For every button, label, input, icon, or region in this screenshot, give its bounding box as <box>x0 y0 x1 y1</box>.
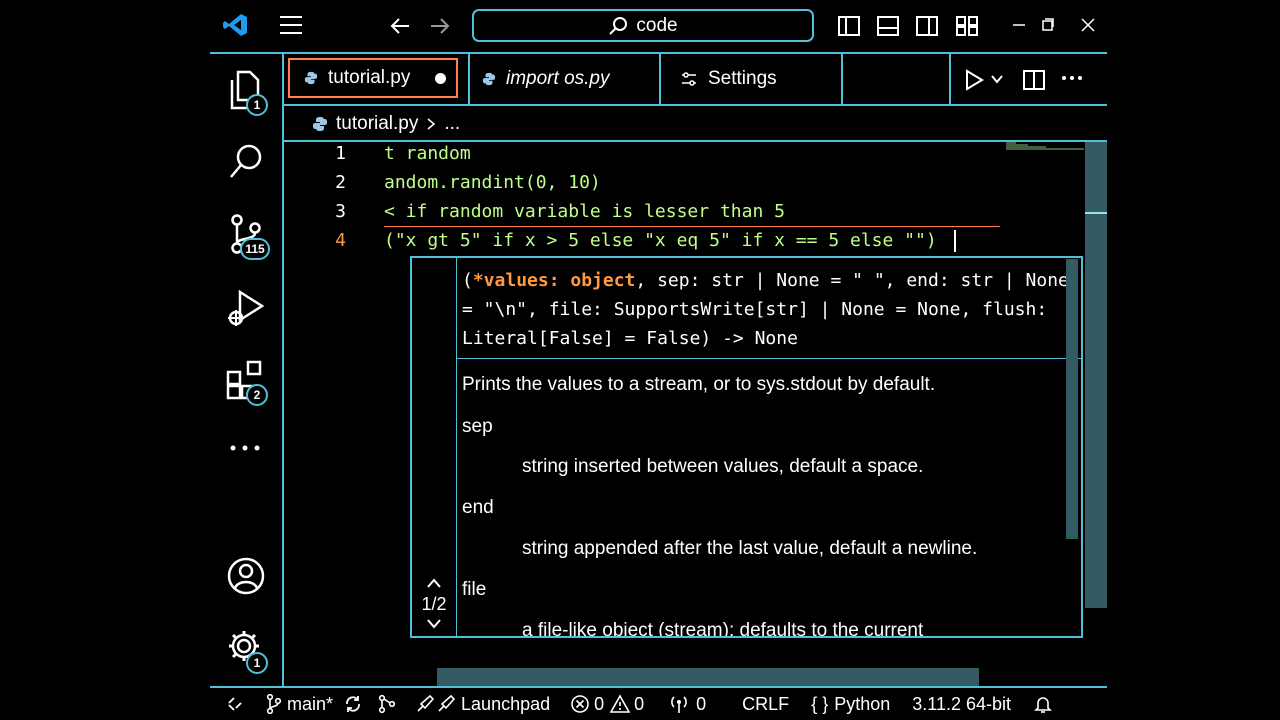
chevron-right-icon <box>426 117 436 131</box>
search-icon[interactable] <box>228 142 264 180</box>
line-number: 3 <box>335 201 346 222</box>
tab-tutorial-py[interactable]: tutorial.py <box>288 58 458 98</box>
scrollbar-cursor-marker <box>1085 212 1107 214</box>
manage-gear-icon[interactable]: 1 <box>226 628 268 674</box>
param-name: sep <box>462 416 493 437</box>
forward-arrow-icon[interactable] <box>428 14 452 38</box>
tab-settings[interactable]: Settings <box>680 54 840 104</box>
launchpad-item[interactable]: Launchpad <box>415 694 550 715</box>
run-file-icon[interactable] <box>962 68 986 92</box>
parameter-hints-widget[interactable]: (*values: object, sep: str | None = " ",… <box>410 256 1083 638</box>
source-control-badge: 115 <box>240 238 270 260</box>
code-line-4[interactable]: ("x gt 5" if x > 5 else "x eq 5" if x ==… <box>384 230 937 251</box>
code-line-1[interactable]: t random <box>384 143 471 164</box>
text-cursor <box>954 230 956 252</box>
editor-tabs: tutorial.py import os.py Settings <box>282 54 1107 106</box>
run-debug-icon[interactable] <box>226 288 266 328</box>
error-icon <box>570 694 590 714</box>
chevron-up-icon[interactable] <box>416 576 452 592</box>
remote-icon[interactable] <box>226 695 244 713</box>
explorer-badge: 1 <box>246 94 268 116</box>
menu-icon[interactable] <box>278 14 304 36</box>
doc-description: Prints the values to a stream, or to sys… <box>462 374 936 395</box>
python-file-icon <box>312 116 328 132</box>
param-name: file <box>462 579 487 600</box>
split-editor-icon[interactable] <box>1022 68 1046 92</box>
explorer-icon[interactable]: 1 <box>228 70 268 116</box>
language-label: Python <box>834 693 891 714</box>
function-signature: (*values: object, sep: str | None = " ",… <box>462 270 1069 349</box>
command-center-text: code <box>636 14 678 36</box>
eol-item[interactable]: CRLF <box>742 694 789 715</box>
toggle-panel-icon[interactable] <box>876 14 900 38</box>
tab-label: import os.py <box>506 68 610 89</box>
active-parameter: *values: object <box>472 270 636 291</box>
code-line-2[interactable]: andom.randint(0, 10) <box>384 172 601 193</box>
ports-count: 0 <box>696 693 707 714</box>
git-branch-icon <box>266 694 282 714</box>
git-graph-icon[interactable] <box>377 694 397 714</box>
param-desc: string inserted between values, default … <box>522 456 924 477</box>
line-number: 2 <box>335 172 346 193</box>
warning-count: 0 <box>634 693 645 714</box>
back-arrow-icon[interactable] <box>388 14 412 38</box>
breadcrumb-symbols[interactable]: ... <box>444 113 460 135</box>
language-mode-item[interactable]: { } Python <box>811 694 890 715</box>
branch-item[interactable]: main* <box>266 694 333 715</box>
customize-layout-icon[interactable] <box>955 14 979 38</box>
launchpad-label: Launchpad <box>461 693 551 714</box>
broadcast-icon <box>668 694 690 714</box>
minimap[interactable] <box>1006 142 1084 152</box>
current-line-highlight <box>384 226 1000 227</box>
problems-item[interactable]: 0 0 <box>570 694 644 715</box>
vscode-logo-icon <box>222 12 248 38</box>
unsaved-dot-icon[interactable] <box>435 73 446 84</box>
tab-label: tutorial.py <box>328 67 411 88</box>
line-number-active: 4 <box>335 230 346 251</box>
minimize-icon[interactable] <box>1010 16 1028 34</box>
extensions-icon[interactable]: 2 <box>226 360 268 406</box>
warning-icon <box>610 694 631 714</box>
breadcrumb: tutorial.py ... <box>312 110 460 138</box>
search-icon <box>608 16 628 36</box>
toggle-secondary-sidebar-icon[interactable] <box>915 14 939 38</box>
activity-bar: 1 115 2 1 <box>210 54 284 686</box>
toggle-sidebar-icon[interactable] <box>837 14 861 38</box>
bell-icon[interactable] <box>1033 694 1053 714</box>
sync-icon[interactable] <box>343 694 363 714</box>
status-bar: main* Launchpad 0 0 0 CRLF { } Python 3.… <box>210 686 1107 720</box>
line-number: 1 <box>335 143 346 164</box>
braces-icon: { } <box>811 693 829 714</box>
more-icon[interactable] <box>228 440 262 456</box>
param-desc: a file-like object (stream); defaults to… <box>522 620 924 638</box>
restore-icon[interactable] <box>1038 16 1056 34</box>
rocket-icon <box>415 694 456 714</box>
command-center-search[interactable]: code <box>472 9 814 42</box>
overload-counter: 1/2 <box>421 594 447 614</box>
code-line-3[interactable]: < if random variable is lesser than 5 <box>384 201 785 222</box>
param-name: end <box>462 497 494 518</box>
breadcrumb-file[interactable]: tutorial.py <box>336 113 418 135</box>
interpreter-item[interactable]: 3.11.2 64-bit <box>912 694 1011 715</box>
close-icon[interactable] <box>1079 16 1097 34</box>
python-file-icon <box>482 72 496 86</box>
accounts-icon[interactable] <box>226 556 266 596</box>
source-control-icon[interactable]: 115 <box>228 214 270 260</box>
extensions-badge: 2 <box>246 384 268 406</box>
more-actions-icon[interactable] <box>1060 72 1084 84</box>
hover-scrollbar[interactable] <box>1066 259 1078 539</box>
python-file-icon <box>304 71 318 85</box>
chevron-down-icon[interactable] <box>416 617 452 633</box>
branch-name: main* <box>287 693 334 714</box>
chevron-down-icon[interactable] <box>990 72 1004 86</box>
settings-sliders-icon <box>680 70 698 88</box>
error-count: 0 <box>594 693 605 714</box>
settings-badge: 1 <box>246 652 268 674</box>
overload-navigator: 1/2 <box>416 576 452 633</box>
editor-horizontal-scrollbar[interactable] <box>437 668 979 686</box>
ports-item[interactable]: 0 <box>668 694 706 715</box>
tab-import-os-py[interactable]: import os.py <box>482 54 658 104</box>
tab-label: Settings <box>708 68 777 89</box>
param-desc: string appended after the last value, de… <box>522 538 978 559</box>
